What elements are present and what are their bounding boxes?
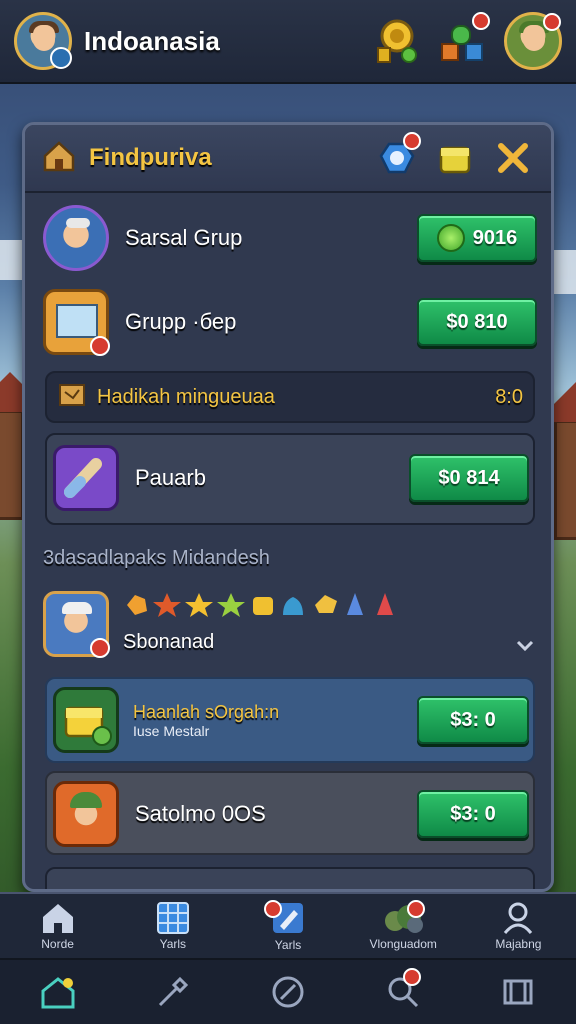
- player-name: Indoanasia: [84, 25, 220, 56]
- item-label: Grupp ·бер: [125, 309, 237, 334]
- nav-item-map[interactable]: [461, 960, 576, 1024]
- coin-stack-icon[interactable]: [372, 16, 422, 66]
- compass-icon: [272, 976, 304, 1008]
- player-avatar[interactable]: [14, 12, 72, 70]
- gem-strip: [123, 591, 513, 621]
- chest-icon[interactable]: [433, 136, 477, 180]
- offer-title: Satolmo 0OS: [135, 801, 266, 826]
- house-icon: [41, 977, 75, 1009]
- list-item: Sarsal Grup 9016: [43, 205, 537, 271]
- gem-icon[interactable]: [375, 132, 421, 180]
- home-icon: [42, 904, 73, 933]
- character-portrait-icon: [43, 205, 109, 271]
- level-badge-icon: [50, 47, 72, 69]
- event-banner[interactable]: Hadikah mingueuaa 8:0: [45, 371, 535, 423]
- buy-button[interactable]: $3: 0: [417, 790, 529, 838]
- notification-badge: [406, 900, 425, 918]
- shop-panel: Findpuriva Sarsal Grup 9016 Grupp ·бер $…: [22, 122, 554, 892]
- map-icon: [503, 979, 533, 1005]
- grid-icon: [156, 902, 189, 934]
- blocks-icon[interactable]: [438, 12, 490, 66]
- buy-button[interactable]: $3: 0: [417, 696, 529, 744]
- buy-button[interactable]: 9016: [417, 214, 537, 262]
- offer-row: Haanlah sOrgah:n Iuse Mestalr $3: 0: [43, 687, 537, 753]
- treasure-map-icon: [57, 380, 87, 415]
- list-item: [45, 867, 535, 889]
- offer-title: Haanlah sOrgah:n: [133, 701, 280, 722]
- buy-button[interactable]: $0 814: [409, 454, 529, 502]
- notification-badge: [403, 132, 421, 150]
- nav-item-base[interactable]: [0, 960, 115, 1024]
- notification-badge: [402, 968, 421, 986]
- nav-item-edit[interactable]: Yarls: [230, 894, 345, 958]
- soldier-portrait-icon: [53, 781, 119, 847]
- nav-item-profile[interactable]: Majabng: [461, 894, 576, 958]
- list-item-content: Pauarb $0 814: [43, 445, 537, 511]
- nav-item-grid[interactable]: Yarls: [115, 894, 230, 958]
- reward-row: Sbonanad: [43, 591, 537, 658]
- bottom-navigation: Norde Yarls Yarls Vlonguadom Majabng: [0, 892, 576, 1024]
- gold-chest-icon: [53, 687, 119, 753]
- profile-icon: [504, 902, 533, 934]
- section-title: 3dasadlapaks Midandesh: [43, 547, 270, 569]
- panel-header: Findpuriva: [25, 125, 551, 193]
- nav-item-explore[interactable]: [230, 960, 345, 1024]
- offer-row: Satolmo 0OS $3: 0: [43, 781, 537, 847]
- item-label: Sarsal Grup: [125, 225, 243, 250]
- tools-icon: [158, 976, 188, 1007]
- notification-badge: [543, 13, 561, 31]
- notification-badge: [472, 12, 490, 30]
- builder-portrait-icon: [43, 591, 110, 658]
- list-item: Grupp ·бер $0 810: [43, 289, 537, 356]
- map-scroll-icon: [43, 289, 110, 356]
- panel-title: Findpuriva: [89, 144, 212, 171]
- chevron-down-icon[interactable]: [513, 633, 537, 657]
- banner-value: 8:0: [495, 385, 523, 408]
- reward-label: Sbonanad: [123, 631, 215, 653]
- nav-item-search[interactable]: [346, 960, 461, 1024]
- gems-row-icon: [127, 593, 393, 617]
- banner-label: Hadikah mingueuaa: [97, 385, 275, 408]
- nav-item-tools[interactable]: [115, 960, 230, 1024]
- item-label: Pauarb: [135, 465, 206, 490]
- nav-item-world[interactable]: Vlonguadom: [346, 894, 461, 958]
- house-icon: [41, 138, 77, 179]
- buy-button[interactable]: $0 810: [417, 298, 537, 346]
- top-bar: Indoanasia: [0, 0, 576, 84]
- purple-scroll-icon: [53, 445, 119, 511]
- coin-icon: [436, 224, 465, 252]
- nav-item-home[interactable]: Norde: [0, 894, 115, 958]
- close-icon[interactable]: [491, 136, 535, 180]
- offer-subtitle: Iuse Mestalr: [133, 722, 210, 739]
- friend-avatar[interactable]: [504, 12, 562, 70]
